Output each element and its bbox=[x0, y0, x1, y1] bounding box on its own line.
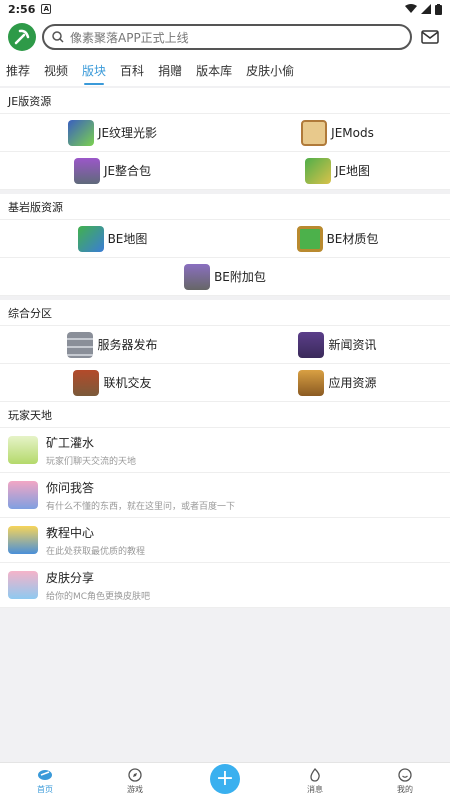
news-item[interactable]: 新闻资讯 bbox=[225, 326, 450, 363]
search-input[interactable]: 像素聚落APP正式上线 bbox=[42, 24, 412, 50]
item-title: 矿工灌水 bbox=[46, 435, 95, 450]
section-title-be: 基岩版资源 bbox=[0, 194, 450, 220]
nav-messages[interactable]: 消息 bbox=[270, 763, 360, 800]
chest-icon bbox=[298, 369, 325, 396]
nav-label: 消息 bbox=[307, 785, 323, 794]
list-item[interactable]: 矿工灌水 玩家们聊天交流的天地 bbox=[0, 428, 450, 473]
wifi-icon bbox=[405, 4, 417, 13]
section-title-misc: 综合分区 bbox=[0, 300, 450, 326]
tab-video[interactable]: 视频 bbox=[44, 62, 68, 81]
item-label: JE地图 bbox=[334, 164, 371, 178]
item-desc: 玩家们聊天交流的天地 bbox=[46, 456, 137, 467]
item-title: 教程中心 bbox=[46, 525, 95, 540]
category-tabs: 推荐 视频 版块 百科 捐赠 版本库 皮肤小偷 bbox=[0, 56, 450, 86]
map-icon bbox=[304, 157, 331, 184]
section-title-players: 玩家天地 bbox=[0, 402, 450, 428]
app-resources-item[interactable]: 应用资源 bbox=[225, 364, 450, 401]
tab-skin-stealer[interactable]: 皮肤小偷 bbox=[246, 62, 294, 81]
be-maps-item[interactable]: BE地图 bbox=[0, 220, 225, 257]
item-label: JEMods bbox=[331, 125, 374, 140]
list-item[interactable]: 教程中心 在此处获取最优质的教程 bbox=[0, 518, 450, 563]
search-placeholder: 像素聚落APP正式上线 bbox=[70, 30, 189, 45]
list-item[interactable]: 皮肤分享 给你的MC角色更换皮肤吧 bbox=[0, 563, 450, 608]
plus-icon[interactable]: + bbox=[210, 763, 240, 794]
nav-label: 我的 bbox=[397, 785, 413, 794]
item-label: 服务器发布 bbox=[97, 338, 158, 352]
skin-share-icon bbox=[8, 571, 38, 599]
chat-bubbles-icon bbox=[8, 436, 38, 464]
tab-sections[interactable]: 版块 bbox=[82, 62, 106, 85]
nav-label: 首页 bbox=[37, 785, 53, 794]
item-label: 新闻资讯 bbox=[328, 338, 377, 352]
nav-profile[interactable]: 我的 bbox=[360, 763, 450, 800]
be-addon-item[interactable]: BE附加包 bbox=[0, 258, 450, 295]
multiplayer-item[interactable]: 联机交友 bbox=[0, 364, 225, 401]
status-icons bbox=[405, 3, 442, 15]
nav-post[interactable]: + bbox=[180, 763, 270, 800]
item-desc: 在此处获取最优质的教程 bbox=[46, 546, 146, 557]
list-item[interactable]: 你问我答 有什么不懂的东西，就在这里问，或者百度一下 bbox=[0, 473, 450, 518]
home-icon bbox=[38, 770, 52, 780]
signal-icon bbox=[421, 4, 431, 14]
grid-row: JE整合包 JE地图 bbox=[0, 152, 450, 190]
status-bar: 2:56 A bbox=[0, 0, 450, 18]
item-label: BE附加包 bbox=[214, 270, 266, 284]
je-mods-item[interactable]: JEMods bbox=[225, 114, 450, 151]
item-label: JE纹理光影 bbox=[97, 126, 158, 140]
item-label: 联机交友 bbox=[103, 376, 152, 390]
je-modpack-item[interactable]: JE整合包 bbox=[0, 152, 225, 189]
main-content: JE版资源 JE纹理光影 JEMods JE整合包 JE地图 基岩版资源 BE地… bbox=[0, 88, 450, 608]
creeper-icon bbox=[296, 225, 323, 252]
shader-pack-icon bbox=[67, 119, 94, 146]
item-title: 你问我答 bbox=[46, 480, 95, 495]
je-maps-item[interactable]: JE地图 bbox=[225, 152, 450, 189]
compass-icon bbox=[128, 768, 142, 782]
news-building-icon bbox=[298, 331, 325, 358]
addon-icon bbox=[184, 263, 211, 290]
grid-row: 服务器发布 新闻资讯 bbox=[0, 326, 450, 364]
search-icon bbox=[52, 31, 64, 43]
tab-recommend[interactable]: 推荐 bbox=[6, 62, 30, 81]
top-header: 像素聚落APP正式上线 bbox=[0, 18, 450, 56]
grid-row: BE附加包 bbox=[0, 258, 450, 296]
section-title-je: JE版资源 bbox=[0, 88, 450, 114]
status-time: 2:56 bbox=[8, 2, 36, 16]
house-icon bbox=[73, 369, 100, 396]
smiley-icon bbox=[398, 768, 412, 782]
item-label: 应用资源 bbox=[328, 376, 377, 390]
question-icon bbox=[8, 481, 38, 509]
map-icon bbox=[77, 225, 104, 252]
je-shaders-item[interactable]: JE纹理光影 bbox=[0, 114, 225, 151]
tab-wiki[interactable]: 百科 bbox=[120, 62, 144, 81]
nav-label: 游戏 bbox=[127, 785, 143, 794]
nav-games[interactable]: 游戏 bbox=[90, 763, 180, 800]
notification-icon: A bbox=[41, 4, 52, 14]
modpack-icon bbox=[73, 157, 100, 184]
item-label: BE地图 bbox=[107, 232, 148, 246]
mail-icon[interactable] bbox=[418, 25, 442, 49]
pickaxe-logo-icon[interactable] bbox=[8, 23, 36, 51]
item-label: BE材质包 bbox=[326, 232, 379, 246]
tab-versions[interactable]: 版本库 bbox=[196, 62, 232, 81]
item-desc: 有什么不懂的东西，就在这里问，或者百度一下 bbox=[46, 501, 236, 512]
item-desc: 给你的MC角色更换皮肤吧 bbox=[46, 591, 151, 602]
grid-row: BE地图 BE材质包 bbox=[0, 220, 450, 258]
server-publish-item[interactable]: 服务器发布 bbox=[0, 326, 225, 363]
bottom-nav: 首页 游戏 + 消息 我的 bbox=[0, 762, 450, 800]
be-texture-item[interactable]: BE材质包 bbox=[225, 220, 450, 257]
battery-icon bbox=[435, 3, 442, 15]
tutorial-icon bbox=[8, 526, 38, 554]
item-title: 皮肤分享 bbox=[46, 570, 95, 585]
grid-row: JE纹理光影 JEMods bbox=[0, 114, 450, 152]
server-icon bbox=[67, 331, 94, 358]
grid-row: 联机交友 应用资源 bbox=[0, 364, 450, 402]
nav-home[interactable]: 首页 bbox=[0, 763, 90, 800]
flame-icon bbox=[310, 768, 320, 782]
item-label: JE整合包 bbox=[103, 164, 152, 178]
mods-icon bbox=[301, 119, 328, 146]
tab-donate[interactable]: 捐赠 bbox=[158, 62, 182, 81]
